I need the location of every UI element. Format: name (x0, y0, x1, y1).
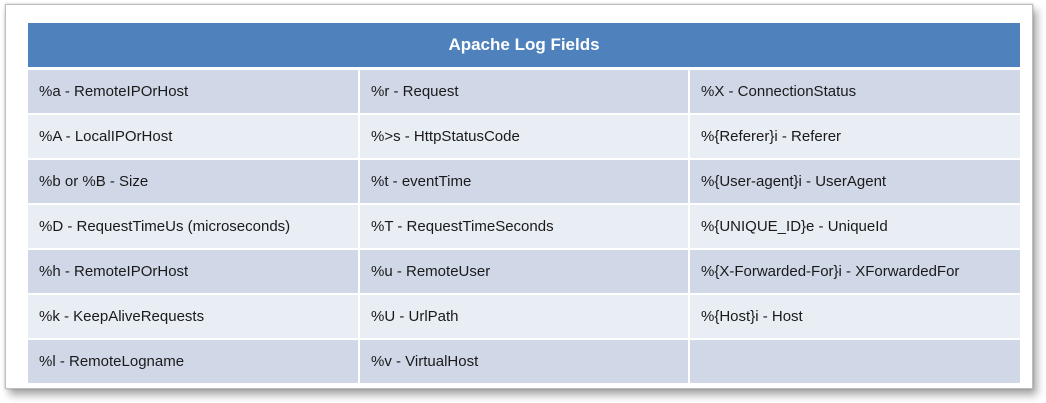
table-header-row: Apache Log Fields (28, 23, 1021, 70)
table-cell: %v - VirtualHost (359, 339, 690, 385)
table-cell: %{Host}i - Host (689, 294, 1021, 340)
table-row: %k - KeepAliveRequests %U - UrlPath %{Ho… (28, 294, 1021, 340)
table-cell: %a - RemoteIPOrHost (28, 68, 360, 115)
table-cell: %{UNIQUE_ID}e - UniqueId (689, 204, 1021, 250)
table-row: %A - LocalIPOrHost %>s - HttpStatusCode … (28, 114, 1021, 160)
apache-log-fields-table-container: Apache Log Fields %a - RemoteIPOrHost %r… (28, 23, 1021, 385)
slide-frame: Apache Log Fields %a - RemoteIPOrHost %r… (5, 4, 1033, 389)
table-cell: %A - LocalIPOrHost (28, 114, 360, 160)
table-cell: %t - eventTime (359, 159, 690, 205)
table-row: %h - RemoteIPOrHost %u - RemoteUser %{X-… (28, 249, 1021, 295)
table-cell: %u - RemoteUser (359, 249, 690, 295)
table-row: %b or %B - Size %t - eventTime %{User-ag… (28, 159, 1021, 205)
table-cell: %X - ConnectionStatus (689, 68, 1021, 115)
table-cell: %{X-Forwarded-For}i - XForwardedFor (689, 249, 1021, 295)
table-cell: %{Referer}i - Referer (689, 114, 1021, 160)
table-cell: %T - RequestTimeSeconds (359, 204, 690, 250)
table-row: %a - RemoteIPOrHost %r - Request %X - Co… (28, 68, 1021, 115)
table-row: %l - RemoteLogname %v - VirtualHost (28, 339, 1021, 385)
table-title: Apache Log Fields (28, 23, 1021, 70)
table-cell: %l - RemoteLogname (28, 339, 360, 385)
table-cell: %{User-agent}i - UserAgent (689, 159, 1021, 205)
table-cell: %b or %B - Size (28, 159, 360, 205)
table-cell: %k - KeepAliveRequests (28, 294, 360, 340)
table-cell: %>s - HttpStatusCode (359, 114, 690, 160)
table-cell: %h - RemoteIPOrHost (28, 249, 360, 295)
table-cell: %U - UrlPath (359, 294, 690, 340)
table-row: %D - RequestTimeUs (microseconds) %T - R… (28, 204, 1021, 250)
table-cell: %D - RequestTimeUs (microseconds) (28, 204, 360, 250)
table-cell-empty (689, 339, 1021, 385)
table-cell: %r - Request (359, 68, 690, 115)
apache-log-fields-table: Apache Log Fields %a - RemoteIPOrHost %r… (28, 23, 1021, 385)
